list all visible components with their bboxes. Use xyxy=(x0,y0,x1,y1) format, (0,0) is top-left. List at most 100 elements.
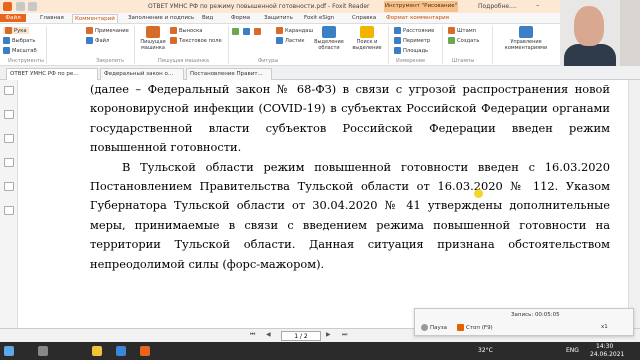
bookmarks-icon[interactable] xyxy=(4,86,14,95)
recording-timer: 00:05:05 xyxy=(534,312,560,318)
document-view[interactable]: (далее – Федеральный закон № 68-ФЗ) в св… xyxy=(18,80,640,328)
typewriter-icon xyxy=(146,26,160,38)
textbox-icon xyxy=(170,37,177,44)
zoom-icon xyxy=(3,47,10,54)
edge-icon[interactable] xyxy=(116,346,126,356)
search-field[interactable]: Подробне.... xyxy=(478,3,517,10)
explorer-icon[interactable] xyxy=(92,346,102,356)
typewriter-button[interactable]: Пишущая машинка xyxy=(138,26,168,51)
menu-file[interactable]: Файл xyxy=(0,14,26,22)
create-stamp-button[interactable]: Создать xyxy=(448,37,479,44)
foxit-icon[interactable] xyxy=(140,346,150,356)
file-attach-button[interactable]: Файл xyxy=(86,37,109,44)
screen-recorder-panel: Запись: 00:05:05 Пауза Стоп (F9) x1 xyxy=(414,308,634,336)
zoom-level[interactable]: x1 xyxy=(601,324,608,330)
hand-tool[interactable]: Рука xyxy=(3,27,29,34)
menu-view[interactable]: Вид xyxy=(200,14,215,22)
area-highlight-button[interactable]: Выделение области xyxy=(314,26,344,51)
group-shapes-label: Фигуры xyxy=(258,58,279,64)
group-typewriter-label: Пишущая машинка xyxy=(158,58,209,64)
area-highlight-icon xyxy=(322,26,336,38)
title-bar: ОТВЕТ УМНС РФ по режиму повышенной готов… xyxy=(0,0,640,13)
open-icon[interactable] xyxy=(16,2,25,11)
stop-button[interactable]: Стоп (F9) xyxy=(457,324,493,331)
zoom-tool[interactable]: Масштаб xyxy=(3,47,37,54)
shape-tools[interactable] xyxy=(232,28,261,35)
paragraph-1: (далее – Федеральный закон № 68-ФЗ) в св… xyxy=(90,82,610,155)
page-number-field[interactable]: 1 / 2 xyxy=(281,331,321,341)
ruler-icon xyxy=(394,27,401,34)
presenter-face xyxy=(574,6,604,46)
start-icon[interactable] xyxy=(4,346,14,356)
menu-home[interactable]: Главная xyxy=(38,14,66,22)
cursor-icon xyxy=(3,37,10,44)
clock-time[interactable]: 14:30 xyxy=(596,343,613,350)
note-button[interactable]: Примечание xyxy=(86,27,129,34)
app-logo-icon xyxy=(3,2,12,11)
first-page-icon[interactable]: ⏮ xyxy=(250,331,255,339)
tab-document-2[interactable]: Федеральный закон о... xyxy=(100,68,184,80)
ribbon-toolbar: Рука Выбрать Масштаб Примечание Файл Пиш… xyxy=(0,24,560,66)
hand-icon xyxy=(5,27,12,34)
vertical-scrollbar[interactable] xyxy=(628,80,640,328)
stop-icon xyxy=(457,324,464,331)
menu-esign[interactable]: Foxit eSign xyxy=(302,14,336,22)
menu-bar: Файл Главная Комментарий Заполнение и по… xyxy=(0,13,640,24)
paragraph-2: В Тульской области режим повышенной гото… xyxy=(90,159,610,271)
menu-help[interactable]: Справка xyxy=(350,14,378,22)
clock-date[interactable]: 24.06.2021 xyxy=(590,351,624,358)
paperclip-icon xyxy=(86,37,93,44)
callout-icon xyxy=(170,27,177,34)
language[interactable]: ENG xyxy=(566,347,579,354)
tab-document-3[interactable]: Постановление Правит... xyxy=(186,68,272,80)
drawing-tool-context: Инструмент "Рисование" xyxy=(384,1,458,12)
search-highlight-button[interactable]: Поиск и выделение xyxy=(352,26,382,51)
document-tabs: ОТВЕТ УМНС РФ по ре... Федеральный закон… xyxy=(0,66,640,80)
group-measure-label: Измерение xyxy=(396,58,426,64)
minimize-icon[interactable]: – xyxy=(536,1,540,9)
menu-form[interactable]: Форма xyxy=(229,14,252,22)
note-icon xyxy=(86,27,93,34)
manage-comments-button[interactable]: Управление комментариями xyxy=(496,26,556,51)
select-tool[interactable]: Выбрать xyxy=(3,37,35,44)
next-page-icon[interactable]: ▶ xyxy=(326,331,331,338)
comments-icon xyxy=(519,26,533,38)
perimeter-button[interactable]: Периметр xyxy=(394,37,430,44)
foxit-reader-window: ОТВЕТ УМНС РФ по режиму повышенной готов… xyxy=(0,0,640,360)
menu-comment[interactable]: Комментарий xyxy=(72,14,118,23)
eraser-button[interactable]: Ластик xyxy=(276,37,304,44)
menu-fill-sign[interactable]: Заполнение и подпись xyxy=(126,14,196,22)
prev-page-icon[interactable]: ◀ xyxy=(266,331,271,338)
perimeter-icon xyxy=(394,37,401,44)
group-tools-label: Инструменты xyxy=(8,58,44,64)
menu-protect[interactable]: Защитить xyxy=(262,14,295,22)
eraser-icon xyxy=(276,37,283,44)
group-pin-label: Закрепить xyxy=(96,58,124,64)
pencil-button[interactable]: Карандаш xyxy=(276,27,313,34)
layers-icon[interactable] xyxy=(4,134,14,143)
distance-button[interactable]: Расстояние xyxy=(394,27,434,34)
last-page-icon[interactable]: ⏭ xyxy=(342,331,347,339)
stamp-icon xyxy=(448,27,455,34)
document-page: (далее – Федеральный закон № 68-ФЗ) в св… xyxy=(90,80,610,274)
search-icon[interactable] xyxy=(38,346,48,356)
pause-icon xyxy=(421,324,428,331)
recording-label: Запись: 00:05:05 xyxy=(511,312,560,318)
create-icon xyxy=(448,37,455,44)
area-button[interactable]: Площадь xyxy=(394,47,428,54)
windows-taskbar: 32°C ENG 14:30 24.06.2021 xyxy=(0,342,640,360)
attachments-icon[interactable] xyxy=(4,182,14,191)
comments-panel-icon[interactable] xyxy=(4,158,14,167)
textbox-button[interactable]: Текстовое поле xyxy=(170,37,222,44)
save-icon[interactable] xyxy=(28,2,37,11)
stamp-button[interactable]: Штамп xyxy=(448,27,476,34)
pause-button[interactable]: Пауза xyxy=(421,324,447,331)
tab-document-1[interactable]: ОТВЕТ УМНС РФ по ре... xyxy=(6,68,98,80)
signatures-icon[interactable] xyxy=(4,206,14,215)
pointer-highlight xyxy=(474,189,483,198)
menu-comment-format[interactable]: Формат комментария xyxy=(384,14,451,22)
area-icon xyxy=(394,47,401,54)
pages-icon[interactable] xyxy=(4,110,14,119)
callout-button[interactable]: Выноска xyxy=(170,27,202,34)
window-title: ОТВЕТ УМНС РФ по режиму повышенной готов… xyxy=(148,3,370,10)
